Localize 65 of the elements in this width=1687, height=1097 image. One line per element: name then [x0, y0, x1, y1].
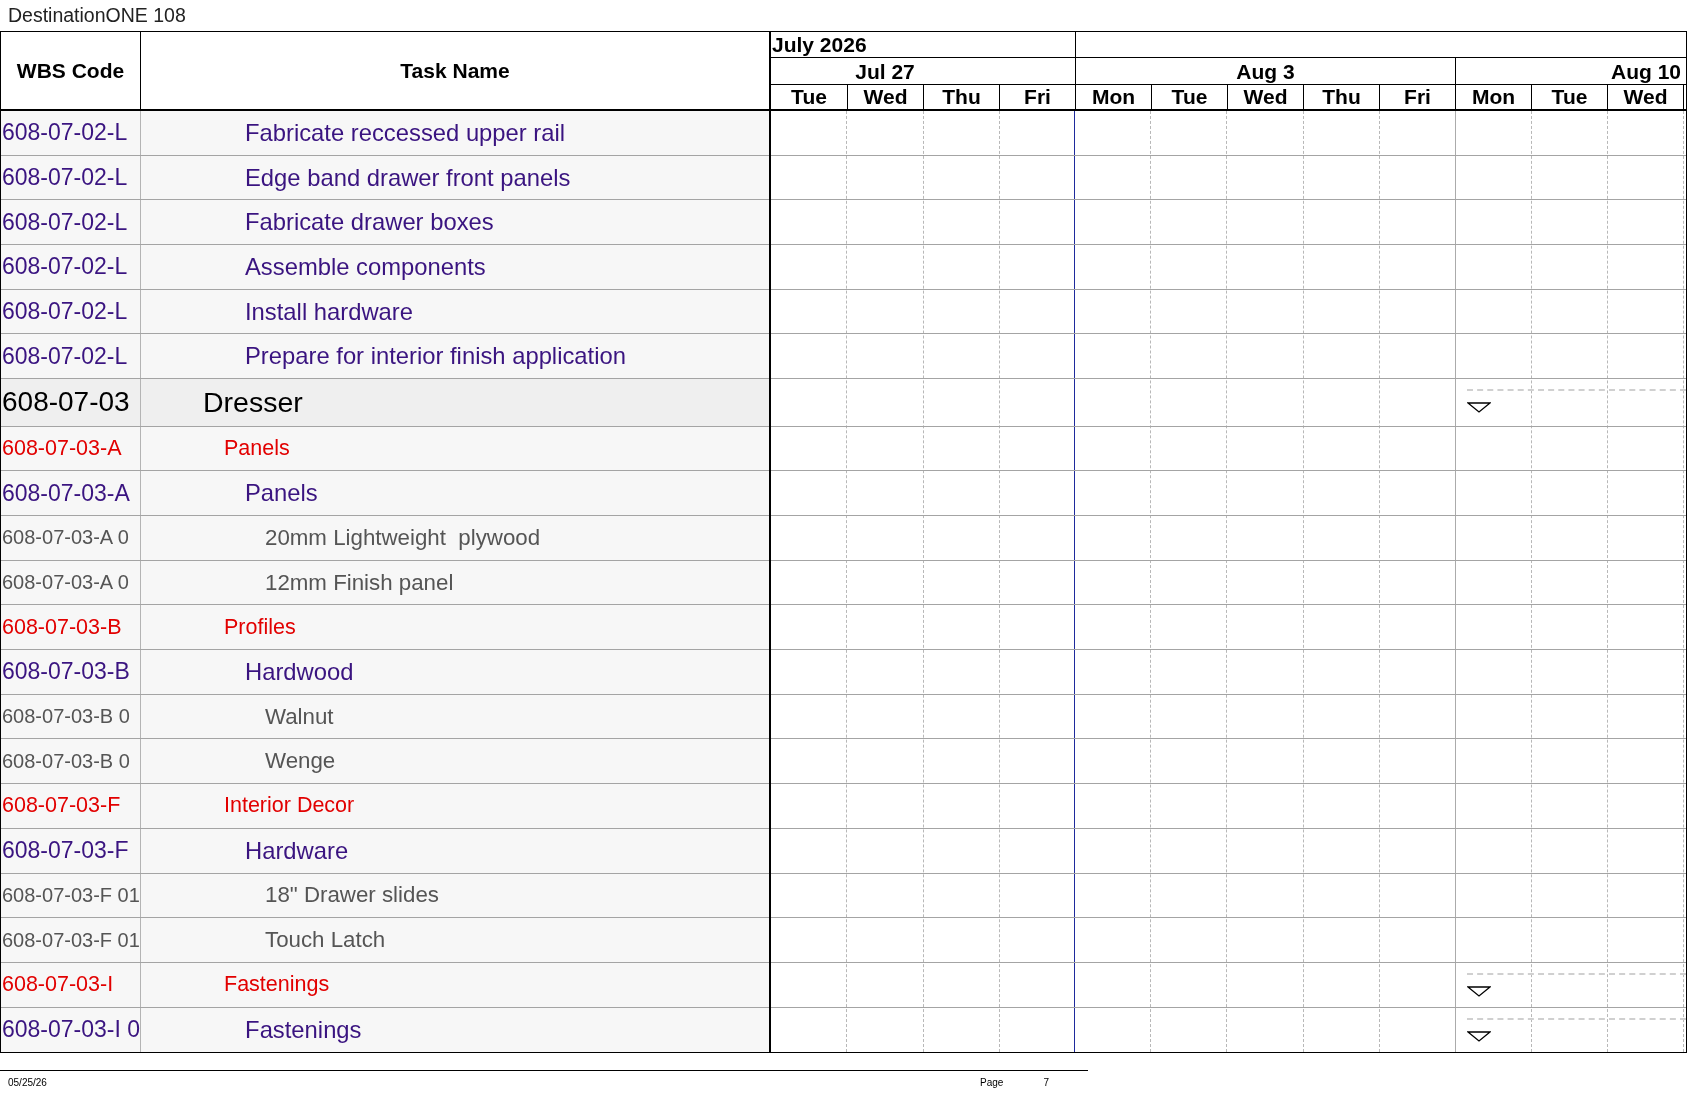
day-header: Tue	[1151, 85, 1227, 109]
wbs-code-cell: 608-07-02-L	[1, 334, 141, 379]
task-name-cell: Edge band drawer front panels	[141, 155, 769, 200]
wbs-code-cell: 608-07-02-L	[1, 111, 141, 155]
task-name-cell: 12mm Finish panel	[141, 560, 769, 605]
day-header: Tue	[1531, 85, 1607, 109]
wbs-code-cell: 608-07-03-A 0	[1, 516, 141, 560]
task-name-cell: Fabricate drawer boxes	[141, 200, 769, 245]
week-label: Jul 27	[855, 60, 915, 82]
day-header: Wed	[1607, 85, 1683, 109]
down-triangle-icon	[1467, 1030, 1491, 1042]
day-header: Thu	[923, 85, 999, 109]
wbs-code-cell: 608-07-03-A	[1, 471, 141, 515]
task-name-cell: Interior Decor	[141, 784, 769, 828]
wbs-code-cell: 608-07-03	[1, 379, 141, 426]
day-header: Fri	[999, 85, 1075, 109]
wbs-code-cell: 608-07-03-B	[1, 650, 141, 694]
task-name-cell: Wenge	[141, 739, 769, 784]
page-number: 7	[1043, 1077, 1049, 1089]
task-name-cell: Walnut	[141, 694, 769, 739]
task-name-cell: Hardwood	[141, 650, 769, 694]
week-label: Aug 3	[1236, 60, 1295, 82]
task-name-cell: Install hardware	[141, 289, 769, 334]
wbs-code-cell: 608-07-02-L	[1, 245, 141, 289]
wbs-code-cell: 608-07-02-L	[1, 200, 141, 245]
day-header: Mon	[1455, 85, 1531, 109]
wbs-code-cell: 608-07-02-L	[1, 289, 141, 334]
print-date: 05/25/26	[8, 1077, 47, 1089]
task-name-cell: Fastenings	[141, 1007, 769, 1053]
wbs-code-cell: 608-07-03-F	[1, 784, 141, 828]
wbs-code-cell: 608-07-03-F 01	[1, 918, 141, 962]
day-header: Wed	[1227, 85, 1303, 109]
wbs-code-cell: 608-07-03-I 0	[1, 1007, 142, 1053]
day-header: Thu	[1303, 85, 1379, 109]
week-label: Aug 10	[1611, 60, 1681, 82]
wbs-code-cell: 608-07-03-B	[1, 605, 141, 650]
day-header: Tue	[790, 85, 828, 109]
task-name-cell: Panels	[141, 471, 769, 515]
task-name-cell: Fastenings	[141, 962, 769, 1007]
task-name-cell: 18" Drawer slides	[141, 873, 769, 918]
wbs-code-cell: 608-07-03-A 0	[1, 560, 141, 605]
task-name-cell: Assemble components	[141, 245, 769, 289]
wbs-code-cell: 608-07-03-B 0	[1, 739, 141, 784]
task-name-cell: Panels	[141, 426, 769, 471]
task-name-cell: Prepare for interior finish application	[141, 334, 769, 379]
task-name-cell: Fabricate reccessed upper rail	[141, 111, 769, 155]
down-triangle-icon	[1467, 985, 1491, 997]
day-header: Wed	[847, 85, 923, 109]
wbs-code-cell: 608-07-03-I	[1, 962, 141, 1007]
task-name-cell: 20mm Lightweight plywood	[141, 516, 769, 560]
down-triangle-icon	[1467, 402, 1491, 414]
page-label: Page	[980, 1077, 1004, 1089]
wbs-code-cell: 608-07-03-F 01	[1, 873, 141, 918]
wbs-code-cell: 608-07-03-B 0	[1, 694, 141, 739]
wbs-code-cell: 608-07-02-L	[1, 155, 141, 200]
month-label: July 2026	[772, 34, 867, 55]
wbs-code-cell: 608-07-03-A	[1, 426, 141, 471]
day-header: Mon	[1075, 85, 1151, 109]
task-name-cell: Hardware	[141, 828, 769, 873]
day-header: Fri	[1379, 85, 1455, 109]
task-name-cell: Profiles	[141, 605, 769, 650]
task-name-cell: Touch Latch	[141, 918, 769, 962]
wbs-code-cell: 608-07-03-F	[1, 828, 141, 873]
task-name-cell: Dresser	[141, 379, 769, 426]
document-title: DestinationONE 108	[8, 4, 186, 27]
